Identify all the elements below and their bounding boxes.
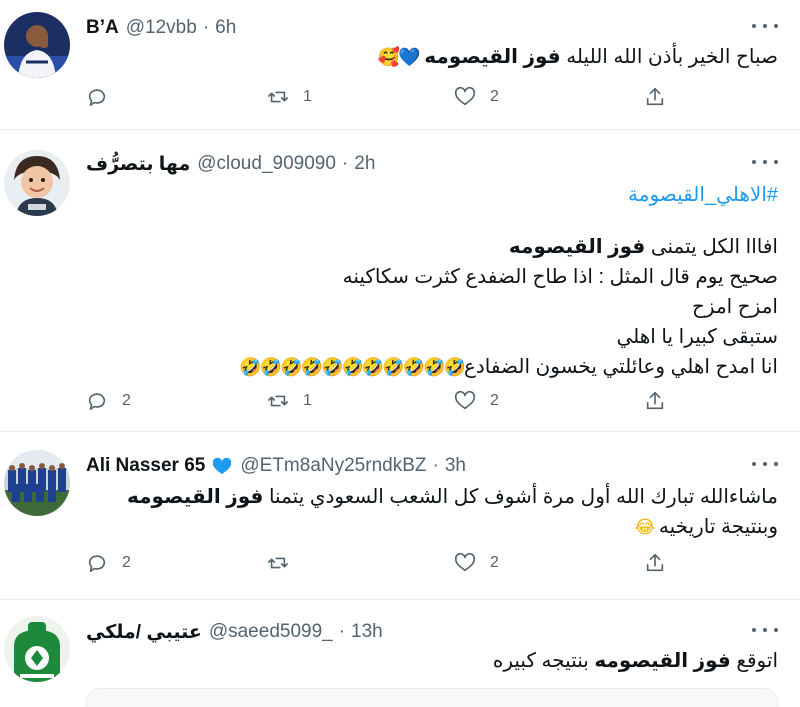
retweet-count: 1 <box>303 392 312 409</box>
share-button[interactable] <box>644 390 666 412</box>
more-options-icon[interactable] <box>752 152 778 172</box>
tweet-line: ستبقى كبيرا يا اهلي <box>616 326 778 348</box>
timestamp[interactable]: 6h <box>215 17 236 39</box>
display-name[interactable]: B’A <box>86 17 119 39</box>
more-options-icon[interactable] <box>752 16 778 36</box>
reply-button[interactable]: 2 <box>86 390 131 412</box>
like-count: 2 <box>490 392 499 409</box>
retweet-button[interactable] <box>267 552 303 574</box>
avatar[interactable] <box>4 150 70 216</box>
more-options-icon[interactable] <box>752 454 778 474</box>
display-name[interactable]: Ali Nasser 65 <box>86 455 205 477</box>
tweet[interactable]: B’A @12vbb · 6h صباح الخير بأذن الله الل… <box>0 0 800 130</box>
reply-count: 2 <box>122 554 131 571</box>
share-button[interactable] <box>644 86 666 108</box>
reply-icon <box>88 89 106 107</box>
tweet-line: افااا الكل يتمنى فوز القيصومه <box>508 236 778 258</box>
tweet-line: انا امدح اهلي وعائلتي يخسون الضفادع🤣🤣🤣🤣🤣… <box>86 352 778 383</box>
separator-dot: · <box>202 17 210 38</box>
retweet-button[interactable]: 1 <box>267 390 312 412</box>
reply-icon <box>88 393 106 411</box>
like-count: 2 <box>490 88 499 105</box>
tweet-text: #الاهلي_القيصومة <box>86 180 778 210</box>
user-handle[interactable]: @12vbb <box>126 17 197 39</box>
hashtag-link[interactable]: #الاهلي_القيصومة <box>86 180 778 210</box>
retweet-icon <box>268 395 288 407</box>
separator-dot: · <box>432 455 439 476</box>
reply-count: 2 <box>122 392 131 409</box>
tweet-line: امزح امزح <box>692 296 778 318</box>
tweet-line: ماشاءالله تبارك الله أول مرة أشوف كل الش… <box>127 486 778 508</box>
user-handle[interactable]: @saeed5099_ <box>209 621 333 643</box>
emoji: 😂 <box>634 517 655 538</box>
emoji: 💙🥰 <box>377 47 421 68</box>
tweet-actions: 1 2 <box>86 86 676 116</box>
user-handle[interactable]: @cloud_909090 <box>197 153 336 175</box>
tweet-text: افااا الكل يتمنى فوز القيصومه صحيح يوم ق… <box>86 232 778 383</box>
reply-button[interactable]: 2 <box>86 552 131 574</box>
timestamp[interactable]: 13h <box>351 621 383 643</box>
timestamp[interactable]: 3h <box>445 455 466 477</box>
heart-icon <box>454 86 476 106</box>
tweet-text: صباح الخير بأذن الله الليله فوز القيصومه… <box>86 42 778 73</box>
avatar[interactable] <box>4 12 70 78</box>
like-button[interactable]: 2 <box>454 86 499 108</box>
retweet-button[interactable]: 1 <box>267 86 312 108</box>
separator-dot: · <box>341 153 349 174</box>
share-icon <box>646 87 664 106</box>
user-handle[interactable]: @ETm8aNy25rndkBZ <box>240 455 426 477</box>
retweet-count: 1 <box>303 88 312 105</box>
tweet[interactable]: Ali Nasser 65 @ETm8aNy25rndkBZ · 3h ماشا… <box>0 432 800 600</box>
more-options-icon[interactable] <box>752 620 778 640</box>
display-name[interactable]: عتيبي /ملكي <box>86 621 202 644</box>
retweet-icon <box>268 91 288 103</box>
reply-button[interactable] <box>86 86 122 108</box>
tweet-line: صباح الخير بأذن الله الليله فوز القيصومه… <box>86 42 778 73</box>
verified-badge-icon <box>213 457 232 475</box>
tweet-text: اتوقع فوز القيصومه بنتيجه كبيره <box>86 646 778 676</box>
tweet-actions: 2 2 <box>86 552 676 582</box>
emoji: 🤣🤣🤣🤣🤣🤣🤣🤣🤣🤣🤣 <box>239 357 466 378</box>
bold-phrase: فوز القيصومه <box>594 650 731 672</box>
tweet-text: ماشاءالله تبارك الله أول مرة أشوف كل الش… <box>86 482 778 543</box>
quoted-tweet-card[interactable] <box>86 688 778 707</box>
avatar[interactable] <box>4 450 70 516</box>
heart-icon <box>454 390 476 410</box>
like-button[interactable]: 2 <box>454 552 499 574</box>
retweet-icon <box>268 557 288 569</box>
bold-phrase: فوز القيصومه <box>508 236 646 258</box>
separator-dot: · <box>338 621 346 642</box>
share-button[interactable] <box>644 552 666 574</box>
timestamp[interactable]: 2h <box>354 153 375 175</box>
tweet[interactable]: مها بتصرُّف @cloud_909090 · 2h #الاهلي_ا… <box>0 130 800 432</box>
like-button[interactable]: 2 <box>454 390 499 412</box>
bold-phrase: فوز القيصومه <box>424 46 561 68</box>
like-count: 2 <box>490 554 499 571</box>
share-icon <box>646 391 664 410</box>
reply-icon <box>88 555 106 573</box>
tweet[interactable]: عتيبي /ملكي @saeed5099_ · 13h اتوقع فوز … <box>0 600 800 707</box>
tweet-actions: 2 1 2 <box>86 390 676 420</box>
share-icon <box>646 553 664 572</box>
tweet-line: صحيح يوم قال المثل : اذا طاح الضفدع كثرت… <box>342 266 778 288</box>
heart-icon <box>454 552 476 572</box>
tweet-line: اتوقع فوز القيصومه بنتيجه كبيره <box>492 650 778 672</box>
bold-phrase: فوز القيصومه <box>127 486 264 508</box>
avatar[interactable] <box>4 616 70 682</box>
display-name[interactable]: مها بتصرُّف <box>86 153 190 176</box>
tweet-line: وبنتيجة تاريخيه 😂 <box>86 512 778 543</box>
